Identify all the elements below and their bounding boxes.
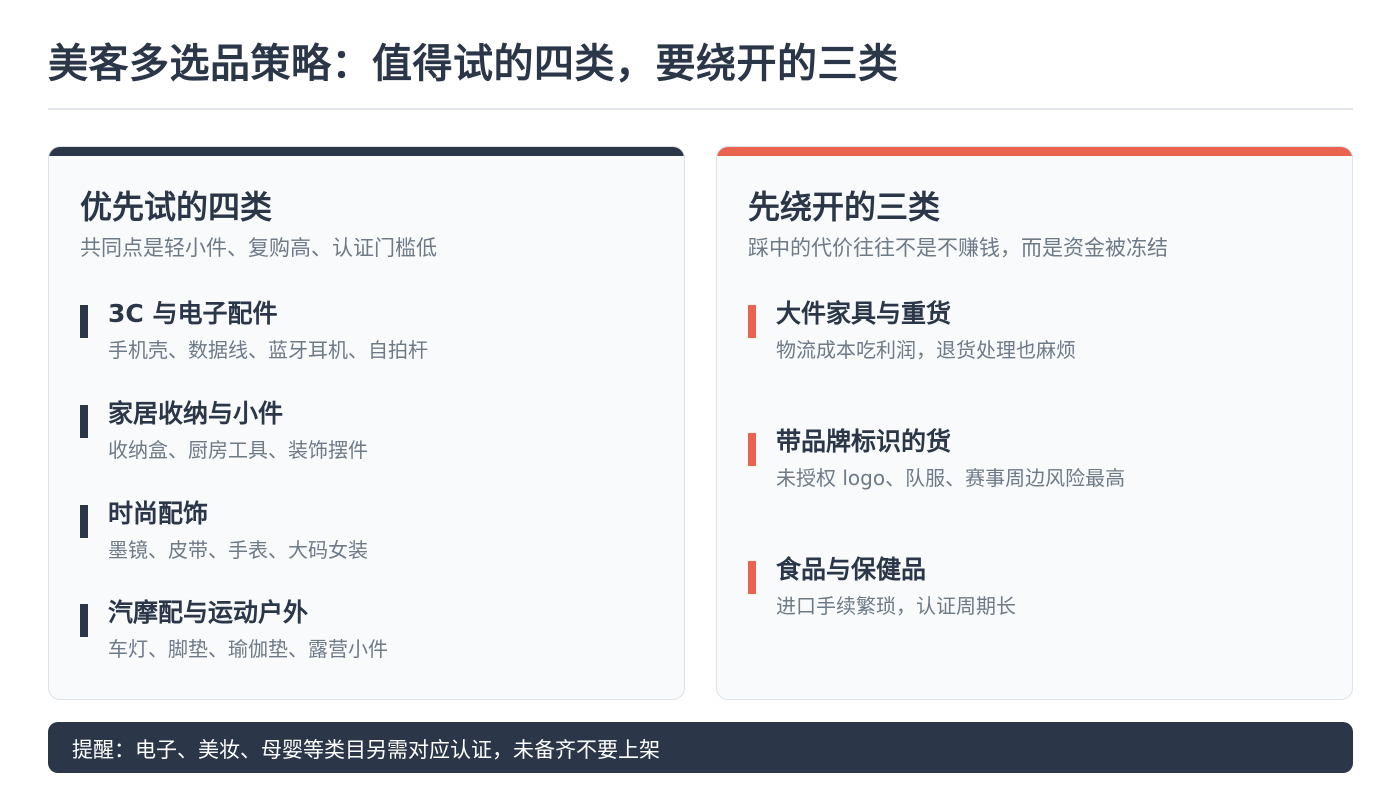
item-description: 墨镜、皮带、手表、大码女装 [108, 538, 368, 562]
slide: 美客多选品策略：值得试的四类，要绕开的三类 优先试的四类 共同点是轻小件、复购高… [0, 0, 1400, 800]
recommended-item: 汽摩配与运动户外 车灯、脚垫、瑜伽垫、露营小件 [80, 596, 640, 666]
avoid-card: 先绕开的三类 踩中的代价往往不是不赚钱，而是资金被冻结 大件家具与重货 物流成本… [716, 146, 1353, 700]
item-description: 收纳盒、厨房工具、装饰摆件 [108, 438, 368, 462]
recommended-card-top-bar [49, 147, 684, 156]
page-title: 美客多选品策略：值得试的四类，要绕开的三类 [48, 41, 899, 87]
item-description: 车灯、脚垫、瑜伽垫、露营小件 [108, 637, 388, 661]
reminder-text: 提醒：电子、美妆、母婴等类目另需对应认证，未备齐不要上架 [72, 738, 660, 762]
item-marker [748, 433, 756, 466]
recommended-card: 优先试的四类 共同点是轻小件、复购高、认证门槛低 3C 与电子配件 手机壳、数据… [48, 146, 685, 700]
item-marker [80, 505, 88, 538]
item-title: 食品与保健品 [776, 555, 927, 584]
avoid-card-top-bar [717, 147, 1352, 156]
reminder-banner: 提醒：电子、美妆、母婴等类目另需对应认证，未备齐不要上架 [48, 722, 1353, 773]
recommended-item: 时尚配饰 墨镜、皮带、手表、大码女装 [80, 497, 640, 567]
item-title: 家居收纳与小件 [108, 399, 284, 428]
item-title: 带品牌标识的货 [776, 427, 952, 456]
item-marker [748, 561, 756, 594]
recommended-item: 家居收纳与小件 收纳盒、厨房工具、装饰摆件 [80, 397, 640, 467]
avoid-subtitle: 踩中的代价往往不是不赚钱，而是资金被冻结 [748, 236, 1168, 260]
avoid-heading: 先绕开的三类 [748, 188, 941, 226]
item-title: 大件家具与重货 [776, 299, 952, 328]
item-title: 时尚配饰 [108, 499, 209, 528]
item-marker [80, 604, 88, 637]
recommended-subtitle: 共同点是轻小件、复购高、认证门槛低 [80, 236, 437, 260]
avoid-item: 食品与保健品 进口手续繁琐，认证周期长 [748, 553, 1308, 623]
item-description: 进口手续繁琐，认证周期长 [776, 594, 1016, 618]
item-description: 手机壳、数据线、蓝牙耳机、自拍杆 [108, 338, 428, 362]
item-marker [80, 405, 88, 438]
item-title: 汽摩配与运动户外 [108, 598, 309, 627]
item-description: 未授权 logo、队服、赛事周边风险最高 [776, 466, 1126, 490]
item-description: 物流成本吃利润，退货处理也麻烦 [776, 338, 1076, 362]
item-marker [748, 305, 756, 338]
item-title: 3C 与电子配件 [108, 299, 278, 328]
recommended-item: 3C 与电子配件 手机壳、数据线、蓝牙耳机、自拍杆 [80, 297, 640, 367]
avoid-item: 大件家具与重货 物流成本吃利润，退货处理也麻烦 [748, 297, 1308, 367]
title-divider [48, 108, 1353, 110]
recommended-heading: 优先试的四类 [80, 188, 273, 226]
item-marker [80, 305, 88, 338]
avoid-item: 带品牌标识的货 未授权 logo、队服、赛事周边风险最高 [748, 425, 1308, 495]
